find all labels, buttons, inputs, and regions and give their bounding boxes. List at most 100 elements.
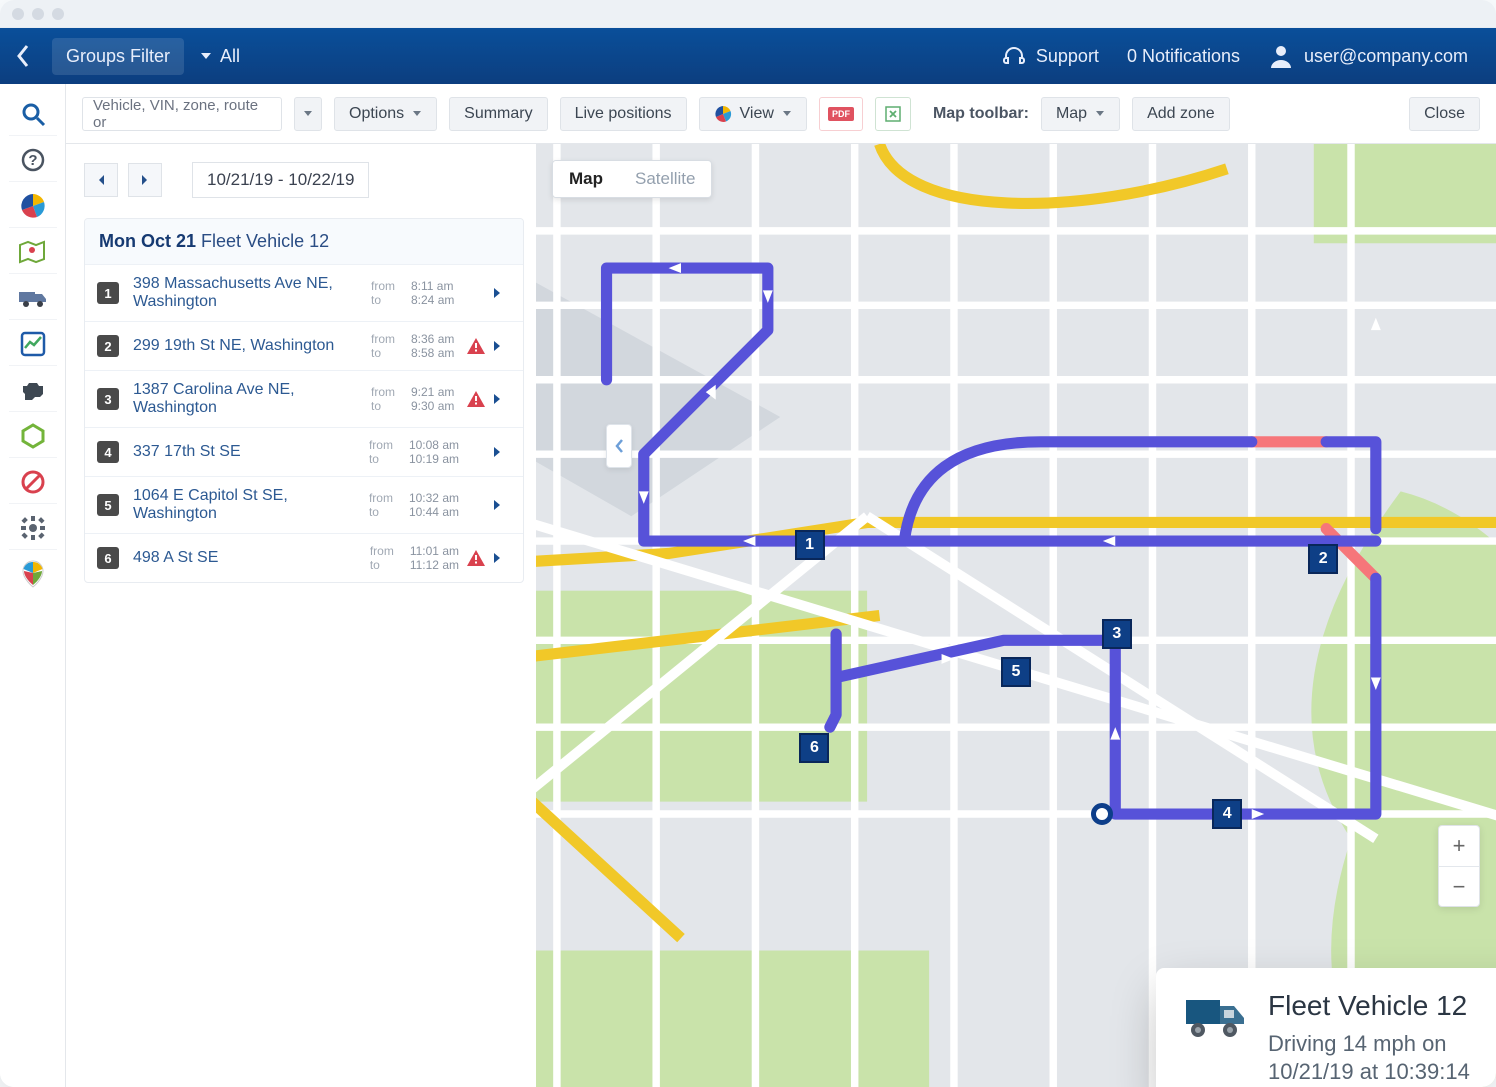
map-marker-5[interactable]: 5 — [1001, 657, 1031, 687]
filter-scope-dropdown[interactable]: All — [200, 46, 240, 67]
back-button[interactable] — [0, 44, 46, 68]
trip-stop-row[interactable]: 6498 A St SEfrom11:01 amto11:12 am — [85, 533, 523, 582]
window-dot — [52, 8, 64, 20]
nav-maps[interactable] — [9, 230, 57, 274]
groups-filter-button[interactable]: Groups Filter — [52, 38, 184, 75]
nav-help[interactable]: ? — [9, 138, 57, 182]
support-label: Support — [1036, 46, 1099, 67]
stop-expand-button[interactable] — [493, 287, 513, 299]
search-icon — [20, 101, 46, 127]
date-next-button[interactable] — [128, 163, 162, 197]
stop-alert-icon — [465, 337, 487, 355]
gear-icon — [20, 515, 46, 541]
pie-chart-icon — [19, 192, 47, 220]
nav-marketplace[interactable] — [9, 552, 57, 596]
map-marker-6[interactable]: 6 — [799, 733, 829, 763]
map-type-map[interactable]: Map — [553, 161, 619, 197]
close-button[interactable]: Close — [1409, 97, 1480, 131]
truck-icon — [17, 286, 49, 310]
options-button[interactable]: Options — [334, 97, 437, 131]
map-mode-dropdown[interactable]: Map — [1041, 97, 1120, 131]
trip-stop-row[interactable]: 51064 E Capitol St SE, Washingtonfrom10:… — [85, 476, 523, 533]
stop-address: 299 19th St NE, Washington — [133, 337, 371, 355]
pdf-icon: PDF — [828, 107, 854, 121]
window-titlebar — [0, 0, 1496, 28]
nav-engine[interactable] — [9, 368, 57, 412]
add-zone-button[interactable]: Add zone — [1132, 97, 1230, 131]
pie-chart-icon — [714, 105, 732, 123]
map-marker-1[interactable]: 1 — [795, 530, 825, 560]
stop-alert-icon — [465, 390, 487, 408]
nav-sidebar: ? — [0, 84, 66, 1087]
map-marker-3[interactable]: 3 — [1102, 619, 1132, 649]
groups-filter-label: Groups Filter — [66, 46, 170, 66]
truck-icon — [1180, 990, 1250, 1046]
stop-expand-button[interactable] — [493, 446, 513, 458]
stop-index: 4 — [97, 441, 119, 463]
notifications-link[interactable]: 0 Notifications — [1127, 46, 1240, 67]
chevron-left-icon — [614, 438, 624, 454]
app-header: Groups Filter All Support 0 Notification… — [0, 28, 1496, 84]
caret-down-icon — [200, 52, 212, 60]
trip-card: Mon Oct 21 Fleet Vehicle 12 1398 Massach… — [84, 218, 524, 583]
map-type-satellite[interactable]: Satellite — [619, 161, 711, 197]
map-marker-4[interactable]: 4 — [1212, 799, 1242, 829]
nav-exceptions[interactable] — [9, 460, 57, 504]
notifications-label: 0 Notifications — [1127, 46, 1240, 67]
stop-expand-button[interactable] — [493, 393, 513, 405]
date-range-picker[interactable]: 10/21/19 - 10/22/19 — [192, 162, 369, 198]
stop-address: 398 Massachusetts Ave NE, Washington — [133, 275, 371, 311]
map-marker-2[interactable]: 2 — [1308, 544, 1338, 574]
map-current-location — [1091, 803, 1113, 825]
search-input[interactable]: Vehicle, VIN, zone, route or — [82, 97, 282, 131]
trips-panel: 10/21/19 - 10/22/19 Mon Oct 21 Fleet Veh… — [66, 144, 536, 1087]
chart-line-icon — [19, 330, 47, 358]
live-positions-button[interactable]: Live positions — [560, 97, 687, 131]
vehicle-popup: Fleet Vehicle 12 Driving 14 mph on 10/21… — [1156, 968, 1496, 1087]
user-label: user@company.com — [1304, 46, 1468, 67]
stop-expand-button[interactable] — [493, 499, 513, 511]
caret-down-icon — [1095, 110, 1105, 117]
nav-vehicles[interactable] — [9, 276, 57, 320]
stop-expand-button[interactable] — [493, 552, 513, 564]
trip-stop-row[interactable]: 2299 19th St NE, Washingtonfrom8:36 amto… — [85, 321, 523, 370]
zoom-out-button[interactable]: − — [1439, 866, 1479, 906]
trip-day: Mon Oct 21 — [99, 231, 196, 251]
view-dropdown[interactable]: View — [699, 97, 807, 131]
excel-export-button[interactable] — [875, 97, 911, 131]
nav-dashboard[interactable] — [9, 184, 57, 228]
pdf-export-button[interactable]: PDF — [819, 97, 863, 131]
trip-stop-row[interactable]: 1398 Massachusetts Ave NE, Washingtonfro… — [85, 265, 523, 321]
caret-down-icon — [303, 110, 313, 117]
search-type-dropdown[interactable] — [294, 97, 322, 131]
chevron-left-icon — [97, 174, 105, 186]
stop-times: from10:08 amto10:19 am — [369, 438, 459, 466]
nav-trends[interactable] — [9, 322, 57, 366]
panel-collapse-handle[interactable] — [606, 424, 632, 468]
trip-vehicle: Fleet Vehicle 12 — [201, 231, 329, 251]
map-container: 1 2 3 4 5 6 Map Satellite — [536, 144, 1496, 1087]
help-icon: ? — [20, 147, 46, 173]
excel-icon — [884, 105, 902, 123]
nav-rules[interactable] — [9, 414, 57, 458]
hexagon-icon — [20, 423, 46, 449]
stop-expand-button[interactable] — [493, 340, 513, 352]
nav-search[interactable] — [9, 92, 57, 136]
date-prev-button[interactable] — [84, 163, 118, 197]
no-entry-icon — [20, 469, 46, 495]
stop-times: from8:36 amto8:58 am — [371, 332, 459, 360]
user-menu[interactable]: user@company.com — [1268, 43, 1468, 69]
engine-icon — [18, 378, 48, 402]
trip-stop-row[interactable]: 31387 Carolina Ave NE, Washingtonfrom9:2… — [85, 370, 523, 427]
zoom-in-button[interactable]: + — [1439, 826, 1479, 866]
headset-icon — [1002, 44, 1026, 68]
map-canvas[interactable]: 1 2 3 4 5 6 Map Satellite — [536, 144, 1496, 1087]
support-link[interactable]: Support — [1002, 44, 1099, 68]
trip-stop-row[interactable]: 4337 17th St SEfrom10:08 amto10:19 am — [85, 427, 523, 476]
nav-settings[interactable] — [9, 506, 57, 550]
user-icon — [1268, 43, 1294, 69]
caret-down-icon — [782, 110, 792, 117]
stop-index: 6 — [97, 547, 119, 569]
summary-button[interactable]: Summary — [449, 97, 547, 131]
window-dot — [32, 8, 44, 20]
